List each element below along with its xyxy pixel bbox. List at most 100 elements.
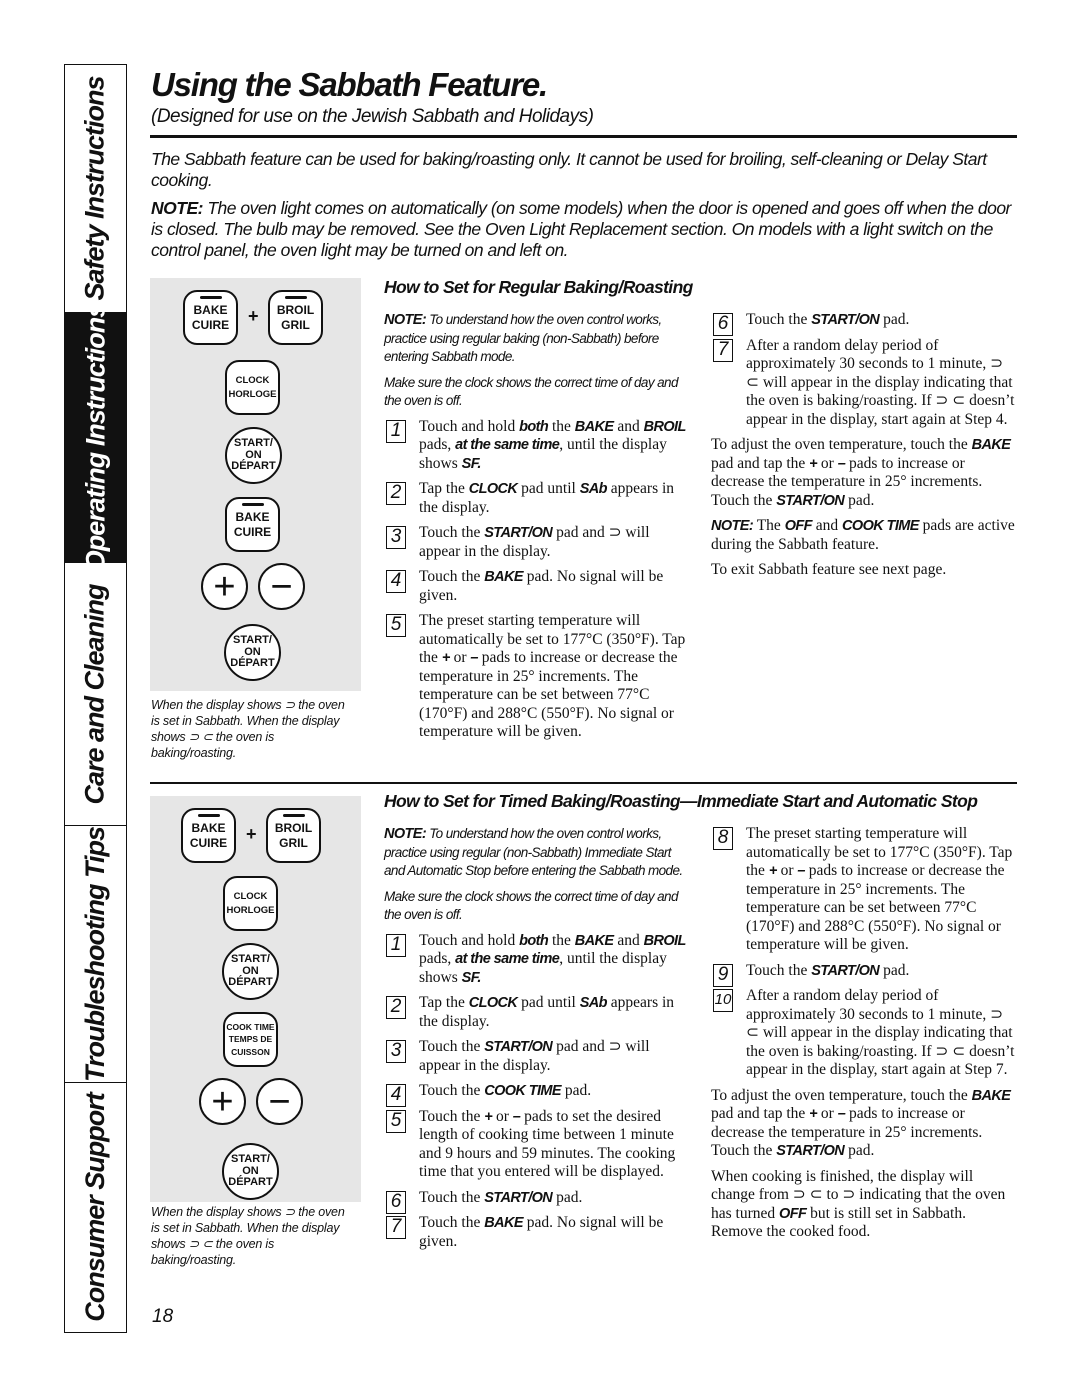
note: NOTE: To understand how the oven control…	[384, 311, 689, 367]
text: Touch the	[419, 1214, 485, 1231]
text: pad.	[879, 961, 910, 979]
tab-troubleshooting-tips[interactable]: Troubleshooting Tips	[65, 826, 126, 1083]
step-1: 1 Touch and hold both the BAKE and BROIL …	[384, 932, 689, 988]
section2-right-column: 8 The preset starting temperature will au…	[711, 825, 1016, 1249]
keyword: BROIL	[643, 932, 687, 949]
minus-pad: −	[256, 1078, 303, 1125]
keyword: +	[484, 1108, 493, 1125]
keypad-caption: When the display shows ⊃ the oven is set…	[151, 698, 345, 760]
keyword: +	[809, 1106, 818, 1122]
step-2: 2 Tap the CLOCK pad until SAb appears in …	[384, 994, 689, 1031]
keyword: START/ON	[811, 312, 880, 328]
keyword: NOTE:	[384, 312, 427, 328]
keyword: BAKE	[484, 1215, 523, 1231]
step-number: 6	[713, 313, 733, 336]
step-3: 3 Touch the START/ON pad and ⊃ will appea…	[384, 1038, 689, 1075]
keyword: SF.	[461, 969, 482, 986]
note: NOTE: To understand how the oven control…	[384, 825, 689, 881]
step-1: 1 Touch and hold both the BAKE and BROIL …	[384, 418, 689, 474]
bake-pad: BAKE CUIRE	[183, 290, 238, 345]
keyword: NOTE:	[384, 826, 427, 842]
tab-consumer-support[interactable]: Consumer Support	[65, 1083, 126, 1331]
text: and	[811, 517, 843, 534]
text: Touch the	[419, 1188, 485, 1206]
text: Tap the	[419, 480, 469, 497]
step-number: 2	[386, 996, 406, 1019]
cook-time-pad: COOK TIME TEMPS DE CUISSON	[223, 1012, 278, 1067]
text: Touch the	[746, 311, 812, 328]
step-number: 8	[713, 827, 733, 850]
keyword: SAb	[579, 481, 608, 497]
text: To understand how the oven control works…	[384, 826, 683, 878]
step-10: 10 After a random delay period of approxi…	[711, 987, 1016, 1080]
text: Touch the	[419, 524, 485, 541]
text: Touch the	[419, 568, 485, 585]
keyword: +	[768, 863, 777, 879]
keyword: at the same time	[455, 437, 560, 453]
step-3: 3 Touch the START/ON pad and ⊃ will appea…	[384, 524, 689, 561]
minus-pad: −	[258, 563, 305, 610]
bake-pad: BAKE CUIRE	[181, 808, 236, 863]
text: Tap the	[419, 994, 469, 1011]
text: pad.	[879, 311, 910, 328]
text: pad.	[844, 491, 875, 509]
keyword: both	[519, 932, 549, 949]
tab-safety-instructions[interactable]: Safety Instructions	[65, 65, 126, 313]
text: or	[817, 1105, 838, 1122]
keyword: COOK TIME	[842, 518, 919, 534]
text: the	[548, 931, 575, 949]
tab-label: Troubleshooting Tips	[80, 826, 110, 1082]
tab-label: Safety Instructions	[80, 76, 110, 301]
note: Make sure the clock shows the correct ti…	[384, 888, 689, 925]
step-number: 9	[713, 963, 733, 987]
step-number: 5	[386, 614, 406, 637]
text: Touch and hold	[419, 417, 520, 435]
step-4: 4 Touch the COOK TIME pad.	[384, 1082, 689, 1107]
text: or	[449, 649, 471, 666]
tab-care-and-cleaning[interactable]: Care and Cleaning	[65, 563, 126, 826]
broil-pad: BROIL GRIL	[266, 808, 321, 863]
keyword: BAKE	[484, 569, 523, 585]
section2-left-column: NOTE: To understand how the oven control…	[384, 825, 689, 1258]
combine-plus: +	[246, 824, 257, 844]
note-text: The oven light comes on automatically (o…	[151, 198, 1011, 260]
step-5: 5 The preset starting temperature will au…	[384, 612, 689, 742]
keyword: BAKE	[574, 418, 614, 435]
start-pad: START/ON DÉPART	[222, 1143, 279, 1200]
step-number: 7	[386, 1216, 406, 1239]
section-divider	[150, 782, 1017, 784]
sidebar-nav: Safety Instructions Operating Instructio…	[64, 64, 127, 1333]
text: pad.	[552, 1188, 583, 1206]
plus-pad: +	[201, 563, 248, 610]
para: To adjust the oven temperature, touch th…	[711, 1087, 1016, 1161]
step-number: 4	[386, 1084, 406, 1107]
keyword: +	[441, 650, 450, 666]
text: Touch the	[419, 1107, 485, 1125]
keypad-illustration-timed: BAKE CUIRE + BROIL GRIL CLOCK HORLOGE START…	[150, 796, 361, 1202]
para: To exit Sabbath feature see next page.	[711, 561, 1016, 580]
text: or	[817, 454, 838, 472]
text: After a random delay period of approxima…	[746, 336, 1015, 428]
clock-pad: CLOCK HORLOGE	[225, 360, 280, 415]
text: To understand how the oven control works…	[384, 312, 662, 364]
intro-text: The Sabbath feature can be used for baki…	[151, 149, 987, 190]
keyword: +	[809, 455, 818, 472]
step-9: 9 Touch the START/ON pad.	[711, 961, 1016, 987]
keyword: at the same time	[455, 951, 560, 967]
para: To adjust the oven temperature, touch th…	[711, 436, 1016, 510]
note-label: NOTE:	[151, 198, 203, 218]
step-number: 2	[386, 482, 406, 505]
tab-operating-instructions[interactable]: Operating Instructions	[65, 304, 126, 571]
page-subtitle: (Designed for use on the Jewish Sabbath …	[151, 106, 594, 127]
step-number: 1	[386, 933, 406, 957]
title-divider	[150, 135, 1017, 138]
keyword: SAb	[579, 995, 608, 1011]
keyword: START/ON	[811, 962, 880, 979]
plus-pad: +	[199, 1078, 246, 1125]
keyword: COOK TIME	[484, 1083, 561, 1099]
keyword: START/ON	[484, 525, 553, 541]
text: After a random delay period of approxima…	[746, 987, 1015, 1078]
step-6: 6 Touch the START/ON pad.	[384, 1188, 689, 1214]
para: NOTE: The OFF and COOK TIME pads are act…	[711, 517, 1016, 554]
keypad-caption: When the display shows ⊃ the oven is set…	[151, 1205, 345, 1267]
